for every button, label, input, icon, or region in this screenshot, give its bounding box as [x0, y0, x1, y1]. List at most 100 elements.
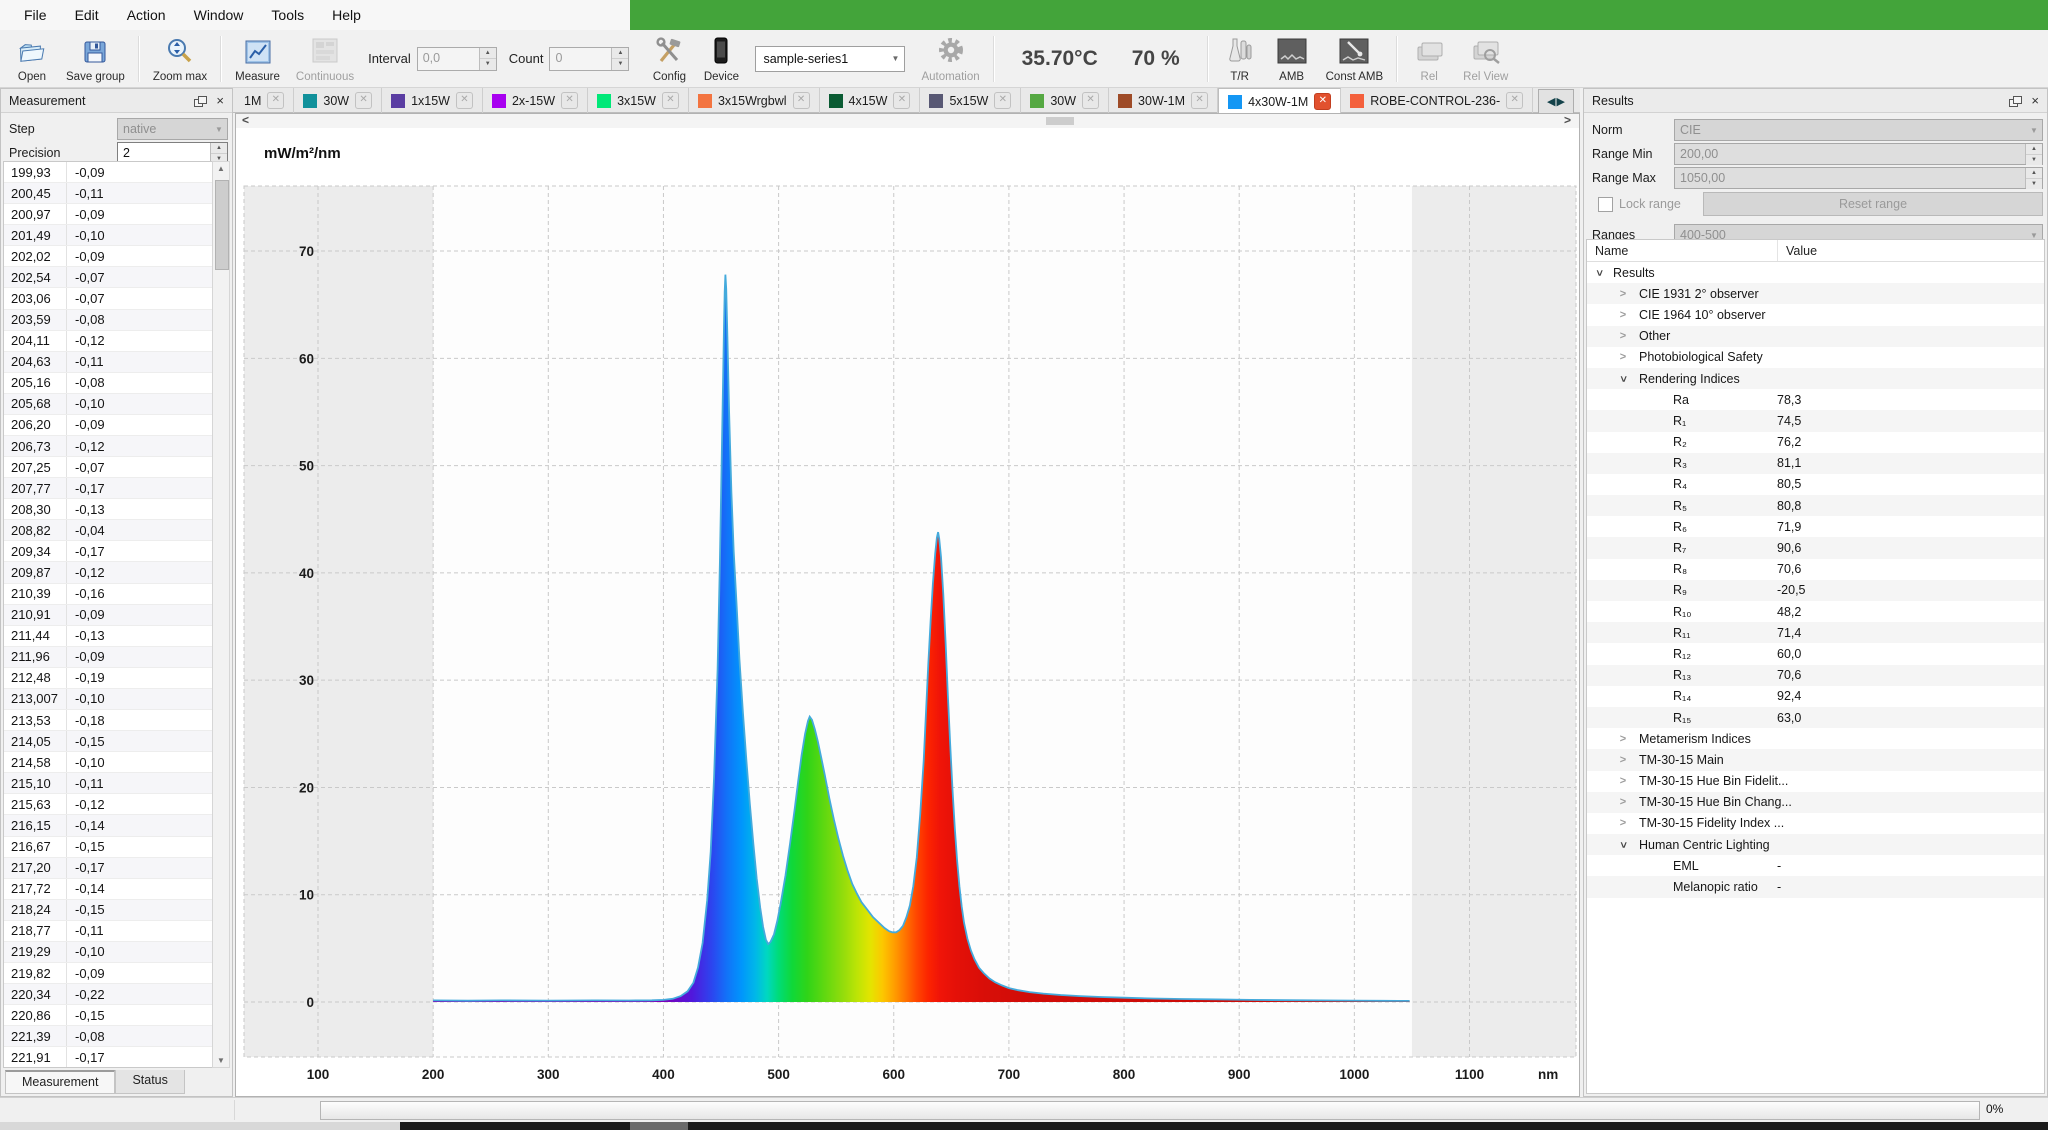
tree-row[interactable]: R₁₃70,6	[1587, 665, 2044, 686]
document-tab-30w[interactable]: 30W✕	[294, 88, 382, 113]
measurement-row[interactable]: 208,82-0,04	[4, 520, 213, 541]
measurement-row[interactable]: 216,15-0,14	[4, 815, 213, 836]
measurement-row[interactable]: 213,007-0,10	[4, 689, 213, 710]
tr-button[interactable]: T/R	[1214, 33, 1266, 85]
tree-row[interactable]: >Rendering Indices	[1587, 368, 2044, 389]
tree-row[interactable]: >Metamerism Indices	[1587, 728, 2044, 749]
measurement-row[interactable]: 214,58-0,10	[4, 752, 213, 773]
tree-row[interactable]: R₅80,8	[1587, 495, 2044, 516]
tab-status[interactable]: Status	[115, 1070, 184, 1094]
tree-row[interactable]: >Photobiological Safety	[1587, 347, 2044, 368]
document-tab-2x-15w[interactable]: 2x-15W✕	[483, 88, 588, 113]
measurement-row[interactable]: 204,63-0,11	[4, 352, 213, 373]
tab-close-button[interactable]: ✕	[1191, 92, 1208, 109]
measurement-row[interactable]: 209,34-0,17	[4, 541, 213, 562]
tree-row[interactable]: R₈70,6	[1587, 559, 2044, 580]
measurement-row[interactable]: 205,16-0,08	[4, 373, 213, 394]
document-tab-3x15wrgbwl[interactable]: 3x15Wrgbwl✕	[689, 88, 820, 113]
document-tab-robe-control-236-[interactable]: ROBE-CONTROL-236-✕	[1341, 88, 1533, 113]
chart-scroll-right-icon[interactable]: >	[1564, 113, 1571, 127]
tree-row[interactable]: R₆71,9	[1587, 516, 2044, 537]
close-panel-icon[interactable]: ×	[216, 94, 224, 107]
const-amb-button[interactable]: Const AMB	[1318, 33, 1392, 85]
chevron-collapsed-icon[interactable]: >	[1617, 351, 1629, 363]
tree-row[interactable]: >CIE 1964 10° observer	[1587, 304, 2044, 325]
measurement-row[interactable]: 214,05-0,15	[4, 731, 213, 752]
measurement-row[interactable]: 211,96-0,09	[4, 647, 213, 668]
measurement-row[interactable]: 218,77-0,11	[4, 921, 213, 942]
measurement-row[interactable]: 209,87-0,12	[4, 562, 213, 583]
menu-tools[interactable]: Tools	[257, 7, 318, 23]
tree-row[interactable]: Ra78,3	[1587, 389, 2044, 410]
measurement-row[interactable]: 221,91-0,17	[4, 1047, 213, 1068]
tab-close-button[interactable]: ✕	[1506, 92, 1523, 109]
tab-measurement[interactable]: Measurement	[5, 1070, 115, 1094]
tree-row[interactable]: R₁₅63,0	[1587, 707, 2044, 728]
measurement-row[interactable]: 212,48-0,19	[4, 668, 213, 689]
measurement-row[interactable]: 199,93-0,09	[4, 162, 213, 183]
document-tab-1x15w[interactable]: 1x15W✕	[382, 88, 483, 113]
chart-horizontal-scrollbar[interactable]: < >	[236, 114, 1579, 128]
measurement-row[interactable]: 202,02-0,09	[4, 246, 213, 267]
document-tab-3x15w[interactable]: 3x15W✕	[588, 88, 689, 113]
measurement-row[interactable]: 207,25-0,07	[4, 457, 213, 478]
chevron-collapsed-icon[interactable]: >	[1617, 733, 1629, 745]
tree-row[interactable]: >TM-30-15 Main	[1587, 749, 2044, 770]
tree-row[interactable]: Melanopic ratio-	[1587, 876, 2044, 897]
measurement-row[interactable]: 210,39-0,16	[4, 584, 213, 605]
measure-button[interactable]: Measure	[227, 33, 288, 85]
tree-row[interactable]: >Human Centric Lighting	[1587, 834, 2044, 855]
measurement-row[interactable]: 211,44-0,13	[4, 626, 213, 647]
tab-close-button[interactable]: ✕	[355, 92, 372, 109]
chevron-expanded-icon[interactable]: >	[1617, 373, 1629, 385]
tab-close-button[interactable]: ✕	[1314, 93, 1331, 110]
zoom-max-button[interactable]: Zoom max	[145, 33, 215, 85]
menu-edit[interactable]: Edit	[61, 7, 113, 23]
measurement-row[interactable]: 215,10-0,11	[4, 773, 213, 794]
tree-row[interactable]: R₁74,5	[1587, 410, 2044, 431]
measurement-row[interactable]: 220,86-0,15	[4, 1005, 213, 1026]
chevron-collapsed-icon[interactable]: >	[1617, 817, 1629, 829]
amb-button[interactable]: AMB	[1266, 33, 1318, 85]
measurement-row[interactable]: 220,34-0,22	[4, 984, 213, 1005]
chevron-collapsed-icon[interactable]: >	[1617, 330, 1629, 342]
tree-row[interactable]: R₁₄92,4	[1587, 686, 2044, 707]
chevron-collapsed-icon[interactable]: >	[1617, 775, 1629, 787]
tab-close-button[interactable]: ✕	[893, 92, 910, 109]
measurement-row[interactable]: 221,39-0,08	[4, 1026, 213, 1047]
measurement-row[interactable]: 203,06-0,07	[4, 288, 213, 309]
tree-row[interactable]: >TM-30-15 Fidelity Index ...	[1587, 813, 2044, 834]
measurement-row[interactable]: 205,68-0,10	[4, 394, 213, 415]
measurement-row[interactable]: 219,29-0,10	[4, 942, 213, 963]
open-button[interactable]: Open	[6, 33, 58, 85]
measurement-row[interactable]: 204,11-0,12	[4, 331, 213, 352]
tree-row[interactable]: >Results	[1587, 262, 2044, 283]
tab-close-button[interactable]: ✕	[994, 92, 1011, 109]
tab-scroll-buttons[interactable]: ◀▶	[1538, 89, 1574, 114]
tree-row[interactable]: R₁₁71,4	[1587, 622, 2044, 643]
float-panel-icon[interactable]	[194, 96, 206, 106]
scrollbar-thumb[interactable]	[215, 180, 229, 270]
measurement-row[interactable]: 201,49-0,10	[4, 225, 213, 246]
measurement-row[interactable]: 217,20-0,17	[4, 858, 213, 879]
tree-row[interactable]: R₄80,5	[1587, 474, 2044, 495]
tab-close-button[interactable]: ✕	[1082, 92, 1099, 109]
document-tab-1m[interactable]: 1M✕	[235, 88, 294, 113]
document-tab-30w-1m[interactable]: 30W-1M✕	[1109, 88, 1218, 113]
tree-row[interactable]: >TM-30-15 Hue Bin Fidelit...	[1587, 771, 2044, 792]
tree-row[interactable]: >Other	[1587, 326, 2044, 347]
scroll-down-icon[interactable]: ▼	[213, 1056, 229, 1065]
tab-close-button[interactable]: ✕	[456, 92, 473, 109]
chevron-collapsed-icon[interactable]: >	[1617, 288, 1629, 300]
measurement-row[interactable]: 208,30-0,13	[4, 499, 213, 520]
save-group-button[interactable]: Save group	[58, 33, 133, 85]
tree-row[interactable]: EML-	[1587, 855, 2044, 876]
chevron-collapsed-icon[interactable]: >	[1617, 309, 1629, 321]
chevron-expanded-icon[interactable]: >	[1617, 839, 1629, 851]
tab-close-button[interactable]: ✕	[662, 92, 679, 109]
tree-row[interactable]: R₁₂60,0	[1587, 643, 2044, 664]
chevron-collapsed-icon[interactable]: >	[1617, 796, 1629, 808]
measurement-row[interactable]: 213,53-0,18	[4, 710, 213, 731]
measurement-row[interactable]: 207,77-0,17	[4, 478, 213, 499]
tab-close-button[interactable]: ✕	[267, 92, 284, 109]
